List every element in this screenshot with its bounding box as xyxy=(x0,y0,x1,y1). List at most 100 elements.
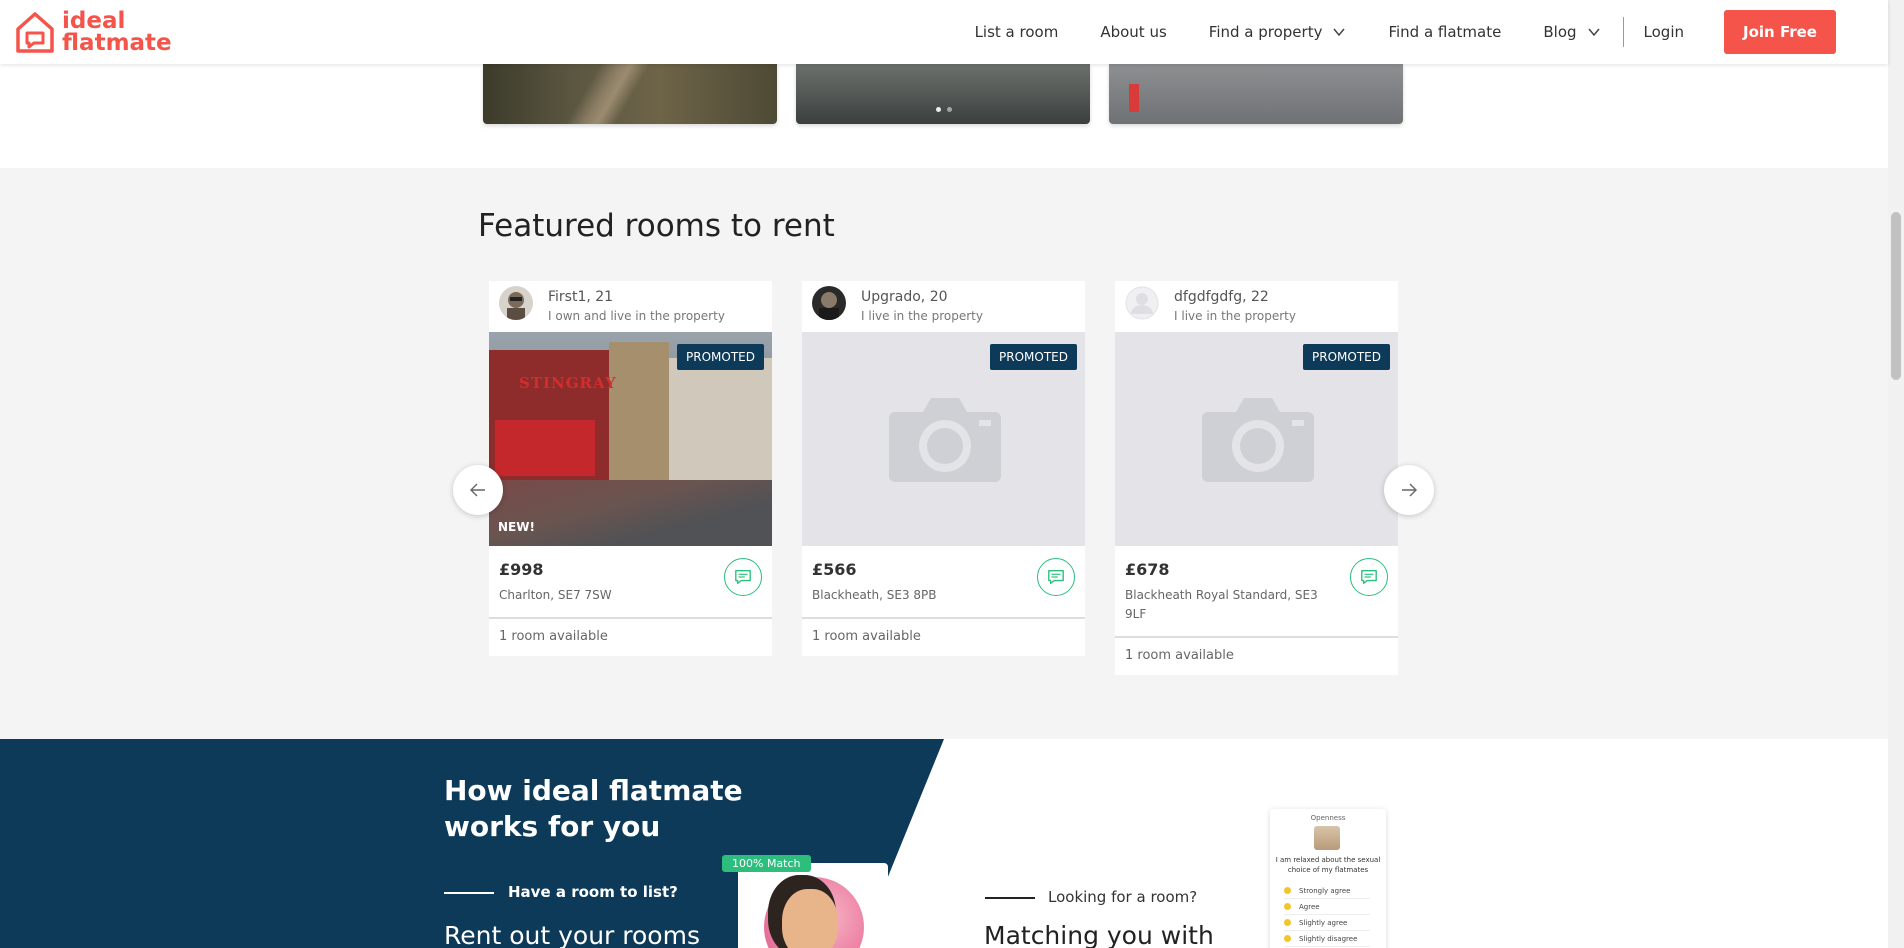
option-label: Strongly agree xyxy=(1299,886,1351,895)
carousel-dots xyxy=(936,107,952,112)
option-label: Slightly disagree xyxy=(1299,934,1358,943)
have-room-label: Have a room to list? xyxy=(508,883,678,901)
quiz-option: Slightly disagree xyxy=(1284,931,1370,947)
gallery-photo[interactable] xyxy=(1109,64,1403,124)
quiz-options: Strongly agree Agree Slightly agree Slig… xyxy=(1284,883,1370,947)
carousel-dot[interactable] xyxy=(947,107,952,112)
logo-text-line1: ideal xyxy=(62,8,126,34)
chevron-down-icon xyxy=(1587,28,1600,37)
room-card[interactable]: Upgrado, 20 I live in the property PROMO… xyxy=(802,281,1085,656)
gallery-photo[interactable] xyxy=(483,64,777,124)
house-logo-icon xyxy=(16,12,54,53)
scrollbar-thumb[interactable] xyxy=(1891,212,1901,380)
nav-find-a-property[interactable]: Find a property xyxy=(1209,23,1347,41)
avatar xyxy=(812,286,846,320)
emoji-icon xyxy=(1284,887,1291,894)
decorative-line xyxy=(985,897,1035,899)
option-label: Slightly agree xyxy=(1299,918,1348,927)
rent-out-heading: Rent out your rooms xyxy=(444,921,700,948)
main-nav: List a room About us Find a property Fin… xyxy=(933,10,1836,54)
quiz-category: Openness xyxy=(1310,814,1346,822)
title-line: How ideal flatmate xyxy=(444,774,743,807)
room-card[interactable]: First1, 21 I own and live in the propert… xyxy=(489,281,772,656)
nav-label: List a room xyxy=(974,23,1059,41)
logo-text-line2: flatmate xyxy=(62,30,172,56)
room-photo[interactable]: STINGRAY PROMOTED NEW! xyxy=(489,332,772,546)
promoted-badge: PROMOTED xyxy=(1303,344,1390,370)
option-label: Agree xyxy=(1299,902,1320,911)
nav-label: Find a property xyxy=(1208,23,1323,41)
owner-name: dfgdfgdfg, 22 xyxy=(1174,289,1269,305)
emoji-icon xyxy=(1284,903,1291,910)
nav-label: About us xyxy=(1100,23,1167,41)
owner-name: Upgrado, 20 xyxy=(861,289,948,305)
message-button[interactable] xyxy=(1350,558,1388,596)
avatar xyxy=(1125,286,1159,320)
decorative-line xyxy=(444,892,494,894)
chat-icon xyxy=(1361,570,1377,584)
quiz-card: Openness I am relaxed about the sexual c… xyxy=(1270,809,1386,948)
emoji-icon xyxy=(1284,919,1291,926)
card-owner: Upgrado, 20 I live in the property xyxy=(802,281,1085,332)
featured-rooms-title: Featured rooms to rent xyxy=(478,208,835,244)
carousel-next-button[interactable] xyxy=(1384,465,1434,515)
room-photo-placeholder[interactable]: PROMOTED xyxy=(802,332,1085,546)
promoted-badge: PROMOTED xyxy=(990,344,1077,370)
carousel-prev-button[interactable] xyxy=(453,465,503,515)
chat-icon xyxy=(735,570,751,584)
carousel-dot[interactable] xyxy=(936,107,941,112)
room-availability: 1 room available xyxy=(1125,648,1234,663)
nav-divider xyxy=(1622,17,1624,47)
card-owner: dfgdfgdfg, 22 I live in the property xyxy=(1115,281,1398,332)
room-photo-placeholder[interactable]: PROMOTED xyxy=(1115,332,1398,546)
camera-icon xyxy=(889,398,1001,482)
card-info: £998 Charlton, SE7 7SW xyxy=(489,546,772,605)
how-it-works-section: How ideal flatmate works for you Have a … xyxy=(0,739,1888,948)
how-it-works-title: How ideal flatmate works for you xyxy=(444,773,743,845)
nav-list-a-room[interactable]: List a room xyxy=(975,23,1059,41)
nav-about-us[interactable]: About us xyxy=(1100,23,1166,41)
room-price: £998 xyxy=(499,560,544,579)
match-badge: 100% Match xyxy=(722,855,811,872)
quiz-option: Strongly agree xyxy=(1284,883,1370,899)
matching-heading: Matching you with xyxy=(984,921,1214,948)
login-link[interactable]: Login xyxy=(1644,23,1684,41)
room-price: £678 xyxy=(1125,560,1170,579)
logo[interactable]: ideal flatmate xyxy=(14,9,172,55)
avatar xyxy=(499,286,533,320)
arrow-left-icon xyxy=(470,483,485,497)
card-owner: First1, 21 I own and live in the propert… xyxy=(489,281,772,332)
nav-blog[interactable]: Blog xyxy=(1543,23,1600,41)
quiz-option: Agree xyxy=(1284,899,1370,915)
new-badge: NEW! xyxy=(498,520,535,534)
nav-find-a-flatmate[interactable]: Find a flatmate xyxy=(1388,23,1501,41)
chat-icon xyxy=(1048,570,1064,584)
owner-status: I live in the property xyxy=(1174,309,1296,323)
owner-name: First1, 21 xyxy=(548,289,614,305)
join-free-button[interactable]: Join Free xyxy=(1724,10,1836,54)
title-line: works for you xyxy=(444,810,661,843)
room-availability: 1 room available xyxy=(812,629,921,644)
room-address: Blackheath Royal Standard, SE3 9LF xyxy=(1125,588,1318,621)
room-address: Charlton, SE7 7SW xyxy=(499,588,612,602)
room-card[interactable]: dfgdfgdfg, 22 I live in the property PRO… xyxy=(1115,281,1398,675)
room-address: Blackheath, SE3 8PB xyxy=(812,588,937,602)
chair-illustration xyxy=(1314,826,1340,850)
camera-icon xyxy=(1202,398,1314,482)
quiz-option: Slightly agree xyxy=(1284,915,1370,931)
arrow-right-icon xyxy=(1402,483,1417,497)
chevron-down-icon xyxy=(1333,28,1346,37)
card-info: £566 Blackheath, SE3 8PB xyxy=(802,546,1085,605)
gallery-photo[interactable] xyxy=(796,64,1090,124)
quiz-question: I am relaxed about the sexual choice of … xyxy=(1275,856,1381,874)
room-price: £566 xyxy=(812,560,857,579)
owner-status: I live in the property xyxy=(861,309,983,323)
owner-status: I own and live in the property xyxy=(548,309,725,323)
nav-label: Blog xyxy=(1543,23,1577,41)
message-button[interactable] xyxy=(1037,558,1075,596)
message-button[interactable] xyxy=(724,558,762,596)
emoji-icon xyxy=(1284,935,1291,942)
nav-label: Find a flatmate xyxy=(1388,23,1502,41)
page-scrollbar[interactable] xyxy=(1888,0,1904,948)
shop-sign: STINGRAY xyxy=(519,374,617,392)
